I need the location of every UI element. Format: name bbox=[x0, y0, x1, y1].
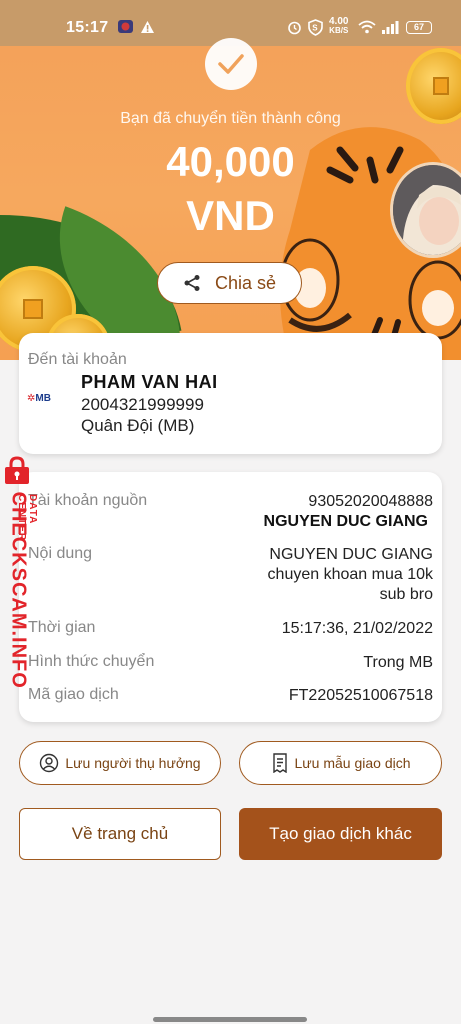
alarm-icon bbox=[287, 20, 302, 38]
home-button[interactable]: Về trang chủ bbox=[19, 808, 221, 860]
battery-indicator: 67 bbox=[406, 21, 432, 34]
share-button[interactable]: Chia sẻ bbox=[157, 262, 302, 304]
success-message: Bạn đã chuyển tiền thành công bbox=[120, 110, 341, 127]
source-account-name: NGUYEN DUC GIANG bbox=[263, 513, 428, 530]
time-value: 15:17:36, 21/02/2022 bbox=[281, 620, 433, 637]
recipient-card: Đến tài khoản ✲MB PHAM VAN HAI 200432199… bbox=[19, 333, 442, 454]
watermark: DATA CENTER CHECKSCAM.INFO bbox=[0, 455, 50, 689]
save-template-label: Lưu mẫu giao dịch bbox=[294, 755, 411, 771]
transfer-amount: 40,000 bbox=[166, 138, 295, 185]
source-account-number: 93052020048888 bbox=[308, 493, 433, 510]
status-time: 15:17 bbox=[66, 19, 109, 36]
transaction-details-card: Tài khoản nguồn 93052020048888 NGUYEN DU… bbox=[19, 472, 442, 722]
recipient-label: Đến tài khoản bbox=[28, 351, 127, 368]
recipient-bank-name: Quân Đội (MB) bbox=[81, 416, 195, 435]
save-template-button[interactable]: Lưu mẫu giao dịch bbox=[239, 741, 442, 785]
network-speed: 4.00 KB/S bbox=[329, 16, 349, 35]
svg-text:S: S bbox=[312, 24, 318, 33]
new-transaction-button[interactable]: Tạo giao dịch khác bbox=[239, 808, 442, 860]
home-indicator[interactable] bbox=[153, 1017, 307, 1022]
transaction-code-value: FT22052510067518 bbox=[288, 687, 433, 704]
save-beneficiary-button[interactable]: Lưu người thụ hưởng bbox=[19, 741, 221, 785]
recipient-name: PHAM VAN HAI bbox=[81, 372, 218, 392]
user-circle-icon bbox=[40, 753, 59, 773]
signal-icon bbox=[381, 20, 399, 37]
share-button-label: Chia sẻ bbox=[214, 272, 277, 293]
transaction-code-label: Mã giao dịch bbox=[28, 686, 119, 703]
save-beneficiary-label: Lưu người thụ hưởng bbox=[65, 755, 201, 771]
receipt-icon bbox=[272, 753, 287, 773]
success-check-icon bbox=[205, 38, 257, 90]
content-value: NGUYEN DUC GIANG chuyen khoan mua 10k su… bbox=[267, 546, 433, 603]
app-notification-icon bbox=[117, 18, 134, 38]
wifi-icon bbox=[358, 20, 376, 37]
share-icon bbox=[184, 275, 200, 291]
warning-icon bbox=[140, 20, 155, 37]
method-value: Trong MB bbox=[363, 654, 433, 671]
success-hero: 15:17 S 4.00 KB/S 67 Bạn đã chuyển tiền … bbox=[0, 0, 461, 360]
lock-icon bbox=[5, 456, 29, 484]
recipient-account-number: 2004321999999 bbox=[81, 395, 204, 414]
currency-label: VND bbox=[186, 192, 275, 239]
watermark-title: CHECKSCAM.INFO bbox=[7, 491, 30, 689]
mb-bank-logo: ✲MB bbox=[27, 393, 51, 404]
vpn-shield-icon: S bbox=[308, 19, 323, 39]
